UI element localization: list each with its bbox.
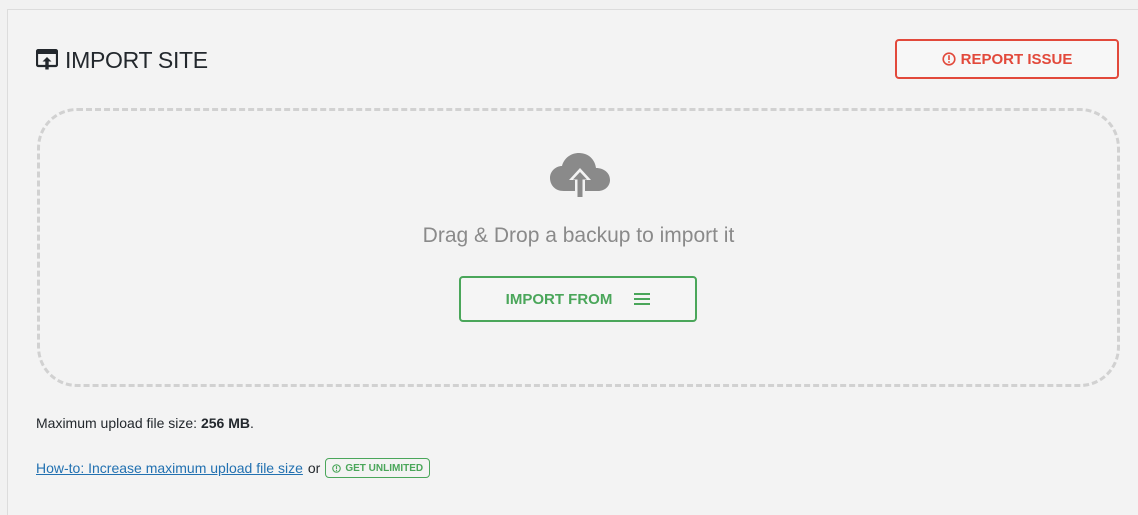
report-issue-button[interactable]: REPORT ISSUE	[895, 39, 1119, 79]
cloud-upload-icon	[548, 151, 612, 201]
menu-icon	[634, 292, 651, 306]
import-box-icon	[36, 49, 58, 71]
max-upload-size: Maximum upload file size: 256 MB.	[36, 415, 254, 431]
page-header: IMPORT SITE	[36, 40, 208, 80]
alert-circle-icon	[942, 52, 956, 66]
get-unlimited-label: GET UNLIMITED	[345, 462, 424, 474]
howto-increase-size-link[interactable]: How-to: Increase maximum upload file siz…	[36, 460, 303, 476]
report-issue-label: REPORT ISSUE	[960, 50, 1073, 68]
or-text: or	[307, 460, 321, 476]
max-size-value: 256 MB	[200, 415, 250, 431]
get-unlimited-button[interactable]: GET UNLIMITED	[325, 458, 431, 478]
drop-zone[interactable]: Drag & Drop a backup to import it IMPORT…	[37, 108, 1120, 387]
page-title: IMPORT SITE	[65, 46, 208, 73]
max-size-label: Maximum upload file size:	[36, 415, 198, 431]
import-site-panel: IMPORT SITE REPORT ISSUE Drag & Drop a b…	[7, 9, 1138, 515]
max-size-suffix: .	[249, 415, 254, 431]
howto-line: How-to: Increase maximum upload file siz…	[36, 458, 431, 478]
import-from-button[interactable]: IMPORT FROM	[459, 276, 697, 322]
drop-instruction: Drag & Drop a backup to import it	[422, 224, 735, 247]
alert-circle-icon	[332, 463, 342, 473]
import-from-label: IMPORT FROM	[505, 290, 613, 308]
